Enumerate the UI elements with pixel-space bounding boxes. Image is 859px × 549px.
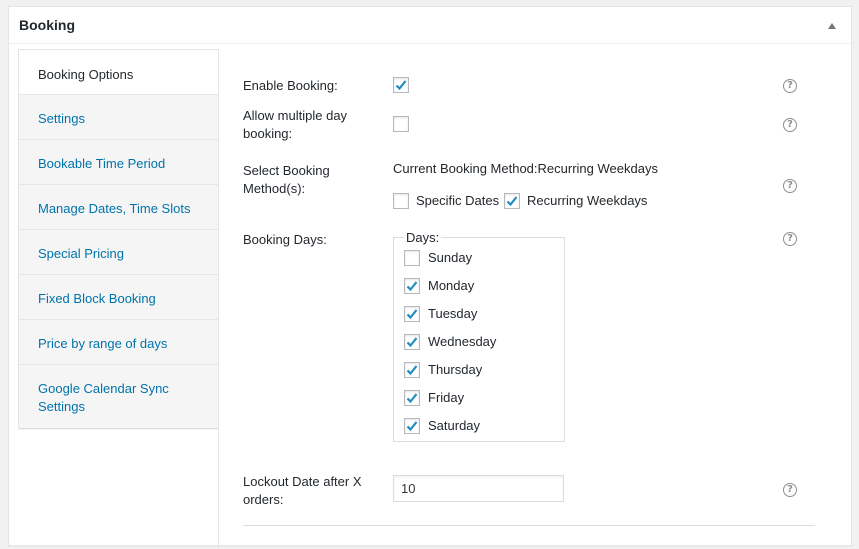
tab-label: Google Calendar Sync Settings	[38, 381, 169, 414]
panel-title: Booking	[19, 17, 75, 33]
recurring-weekdays-label: Recurring Weekdays	[527, 193, 648, 208]
day-label: Tuesday	[428, 306, 478, 321]
day-label: Sunday	[428, 250, 473, 265]
specific-dates-checkbox[interactable]	[393, 193, 409, 209]
tab-label: Price by range of days	[38, 336, 168, 351]
monday-checkbox[interactable]	[404, 278, 420, 294]
checkmark-icon	[406, 337, 418, 348]
tab-label: Booking Options	[38, 67, 134, 82]
tuesday-checkbox[interactable]	[404, 306, 420, 322]
arrow-up-icon[interactable]	[825, 19, 839, 33]
day-label: Thursday	[428, 362, 483, 377]
specific-dates-label: Specific Dates	[416, 193, 500, 208]
divider	[243, 525, 815, 526]
tab-booking-options[interactable]: Booking Options	[18, 49, 219, 95]
tab-fixed-block-booking[interactable]: Fixed Block Booking	[18, 275, 219, 320]
panel-header[interactable]: Booking	[9, 7, 851, 44]
help-icon[interactable]: ?	[783, 179, 797, 193]
help-icon[interactable]: ?	[783, 232, 797, 246]
enable-booking-label: Enable Booking:	[243, 78, 338, 93]
tab-google-calendar-sync[interactable]: Google Calendar Sync Settings	[18, 365, 219, 429]
tab-price-by-range[interactable]: Price by range of days	[18, 320, 219, 365]
wednesday-checkbox[interactable]	[404, 334, 420, 350]
tab-bookable-time-period[interactable]: Bookable Time Period	[18, 140, 219, 185]
enable-booking-checkbox[interactable]	[393, 77, 409, 93]
checkmark-icon	[406, 365, 418, 376]
checkmark-icon	[406, 421, 418, 432]
tab-label: Bookable Time Period	[38, 156, 166, 171]
tab-label: Manage Dates, Time Slots	[38, 201, 191, 216]
tab-settings[interactable]: Settings	[18, 95, 219, 140]
checkmark-icon	[506, 196, 518, 207]
tab-label: Settings	[38, 111, 85, 126]
thursday-checkbox[interactable]	[404, 362, 420, 378]
checkmark-icon	[406, 393, 418, 404]
recurring-weekdays-checkbox[interactable]	[504, 193, 520, 209]
day-label: Friday	[428, 390, 465, 405]
checkmark-icon	[395, 80, 407, 91]
saturday-checkbox[interactable]	[404, 418, 420, 434]
lockout-label: Lockout Date after X orders:	[243, 474, 362, 507]
friday-checkbox[interactable]	[404, 390, 420, 406]
current-booking-method: Current Booking Method:Recurring Weekday…	[393, 161, 658, 176]
checkmark-icon	[406, 281, 418, 292]
multiple-day-label: Allow multiple day booking:	[243, 108, 348, 141]
day-label: Wednesday	[428, 334, 497, 349]
days-fieldset: Days: Sunday Monday Tuesday Wednesday Th…	[393, 231, 565, 442]
tab-special-pricing[interactable]: Special Pricing	[18, 230, 219, 275]
day-label: Saturday	[428, 418, 481, 433]
booking-method-label: Select Booking Method(s):	[243, 163, 330, 196]
multiple-day-checkbox[interactable]	[393, 116, 409, 132]
tab-list: Booking Options Settings Bookable Time P…	[18, 49, 219, 429]
tab-label: Fixed Block Booking	[38, 291, 156, 306]
tab-manage-dates[interactable]: Manage Dates, Time Slots	[18, 185, 219, 230]
help-icon[interactable]: ?	[783, 118, 797, 132]
booking-days-label: Booking Days:	[243, 232, 327, 247]
sunday-checkbox[interactable]	[404, 250, 420, 266]
days-legend: Days:	[404, 230, 442, 245]
tab-label: Special Pricing	[38, 246, 124, 261]
help-icon[interactable]: ?	[783, 483, 797, 497]
checkmark-icon	[406, 309, 418, 320]
help-icon[interactable]: ?	[783, 79, 797, 93]
lockout-input[interactable]: 10	[393, 475, 564, 502]
day-label: Monday	[428, 278, 475, 293]
